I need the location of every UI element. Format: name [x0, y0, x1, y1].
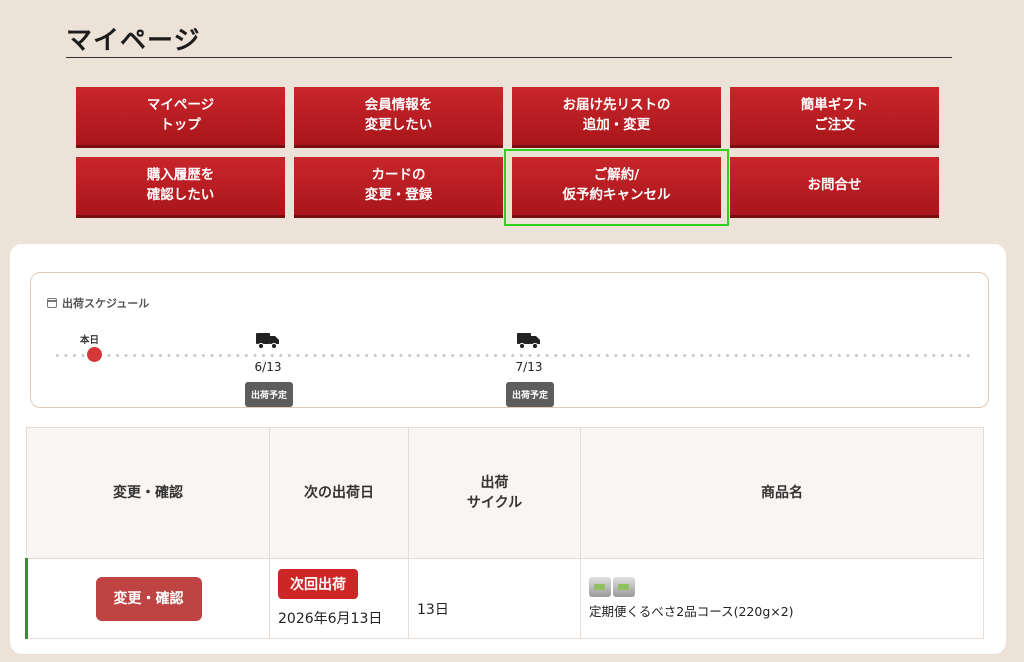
- mypage-top-button[interactable]: マイページ トップ: [76, 87, 285, 148]
- next-shipment-badge: 次回出荷: [278, 569, 358, 599]
- product-name: 定期便くるべさ2品コース(220g×2): [589, 604, 794, 619]
- calendar-icon: [47, 298, 57, 308]
- gift-order-button[interactable]: 簡単ギフト ご注文: [730, 87, 939, 148]
- column-header-action: 変更・確認: [26, 427, 270, 559]
- timeline-track: [53, 354, 971, 357]
- schedule-heading-label: 出荷スケジュール: [62, 297, 150, 310]
- shipment-badge: 出荷予定: [245, 382, 293, 407]
- card-settings-button[interactable]: カードの 変更・登録: [294, 157, 503, 218]
- main-card: 出荷スケジュール 本日 6/13 出荷予定 7/13 出荷予定 変更・確認 次の: [10, 244, 1006, 654]
- member-info-button[interactable]: 会員情報を 変更したい: [294, 87, 503, 148]
- cycle-cell: 13日: [408, 558, 581, 639]
- action-cell: 変更・確認: [25, 558, 270, 639]
- change-confirm-button[interactable]: 変更・確認: [95, 576, 202, 621]
- next-ship-date: 2026年6月13日: [278, 611, 383, 627]
- page-title: マイページ: [66, 26, 201, 56]
- shipment-date: 6/13: [254, 360, 282, 374]
- title-divider: [66, 57, 952, 58]
- schedule-heading: 出荷スケジュール: [47, 295, 149, 311]
- delivery-list-button[interactable]: お届け先リストの 追加・変更: [512, 87, 721, 148]
- orders-table: 変更・確認 次の出荷日 出荷 サイクル 商品名 変更・確認 次回出荷 2026年…: [25, 427, 984, 639]
- truck-icon: [256, 333, 279, 350]
- purchase-history-button[interactable]: 購入履歴を 確認したい: [76, 157, 285, 218]
- cycle-value: 13日: [417, 601, 449, 618]
- menu-grid: マイページ トップ 会員情報を 変更したい お届け先リストの 追加・変更 簡単ギ…: [76, 87, 939, 226]
- shipping-schedule-panel: 出荷スケジュール 本日 6/13 出荷予定 7/13 出荷予定: [30, 272, 989, 408]
- product-pouch-icon: [589, 577, 611, 597]
- shipment-badge: 出荷予定: [506, 382, 554, 407]
- today-marker: [87, 347, 102, 362]
- shipment-date: 7/13: [515, 360, 543, 374]
- product-cell: 定期便くるべさ2品コース(220g×2): [580, 558, 984, 639]
- contact-button[interactable]: お問合せ: [730, 157, 939, 218]
- column-header-next-ship-date: 次の出荷日: [269, 427, 409, 559]
- product-image: [589, 577, 983, 597]
- today-label: 本日: [80, 335, 100, 346]
- next-ship-cell: 次回出荷 2026年6月13日: [269, 558, 409, 639]
- cancel-subscription-button[interactable]: ご解約/ 仮予約キャンセル: [504, 149, 729, 226]
- table-header-row: 変更・確認 次の出荷日 出荷 サイクル 商品名: [26, 427, 984, 559]
- truck-icon: [517, 333, 540, 350]
- column-header-cycle: 出荷 サイクル: [408, 427, 581, 559]
- table-row: 変更・確認 次回出荷 2026年6月13日 13日 定期便くるべさ2品コース(2…: [25, 558, 984, 639]
- product-pouch-icon: [613, 577, 635, 597]
- column-header-product: 商品名: [580, 427, 984, 559]
